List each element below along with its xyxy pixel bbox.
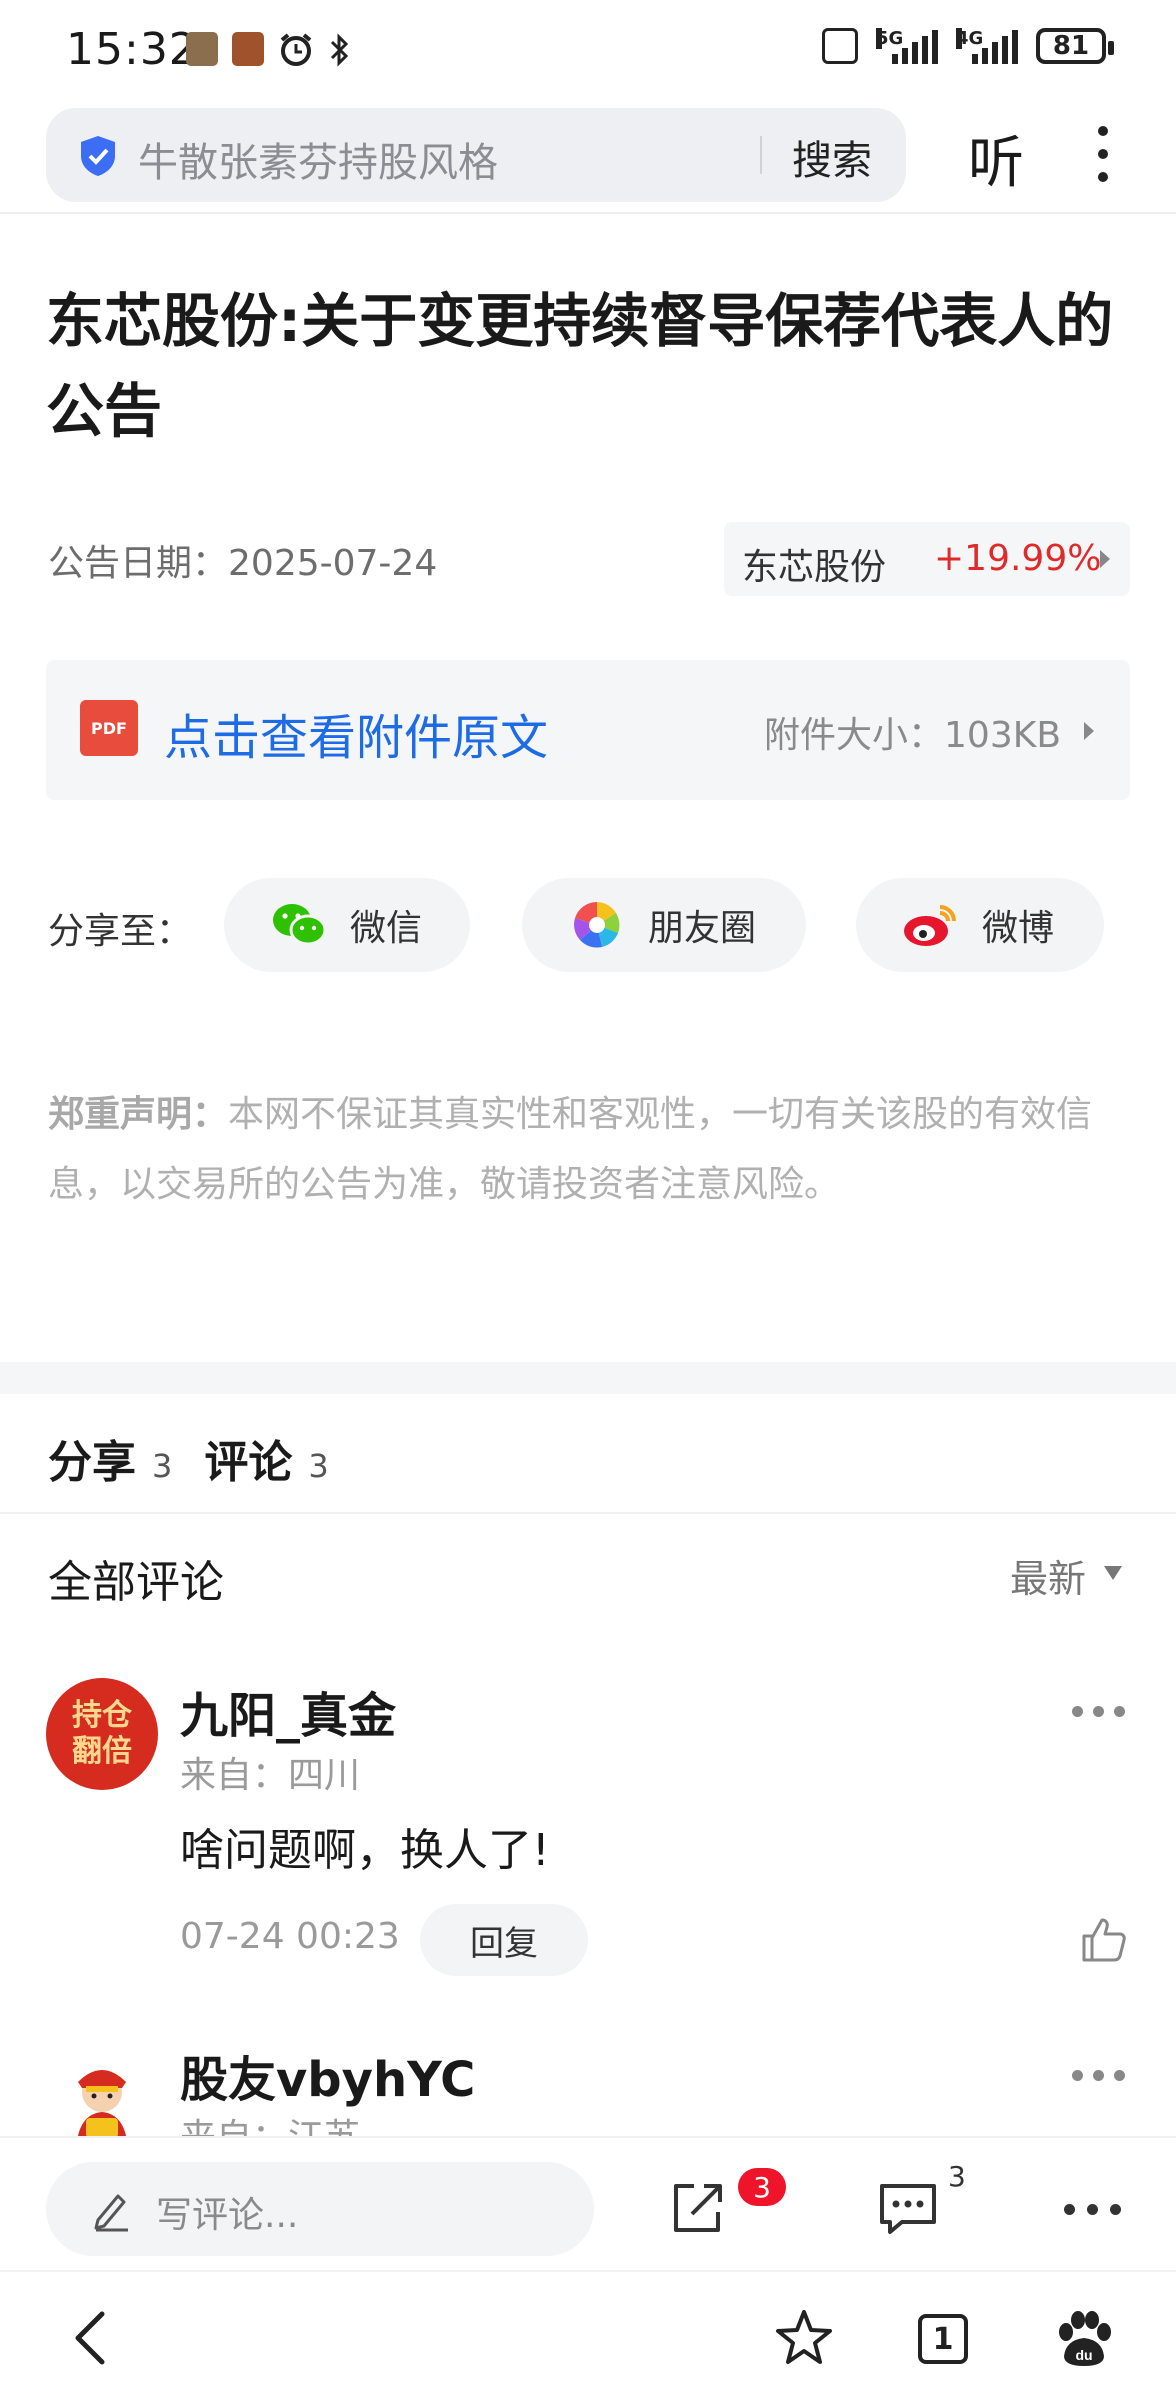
book-notification-icon	[232, 32, 264, 66]
tab-share[interactable]: 分享	[48, 1426, 136, 1490]
app-notification-icon	[186, 32, 218, 66]
search-button[interactable]: 搜索	[792, 128, 872, 186]
tab-share-count: 3	[152, 1447, 173, 1485]
weibo-icon	[902, 896, 960, 954]
svg-text:du: du	[1075, 2347, 1092, 2363]
avatar[interactable]: 持仓 翻倍	[46, 1678, 158, 1790]
article-title: 东芯股份:关于变更持续督导保荐代表人的公告	[46, 287, 1114, 445]
bluetooth-icon	[330, 33, 349, 67]
caret-down-icon[interactable]	[1104, 1566, 1122, 1580]
comment-more-icon[interactable]	[1072, 1706, 1125, 1717]
write-comment-input[interactable]: 写评论...	[46, 2162, 594, 2256]
search-input[interactable]: 牛散张素芬持股风格	[138, 130, 498, 188]
stock-change: +19.99%	[934, 538, 1102, 579]
browser-nav-bar: 1 du	[0, 2270, 1176, 2400]
comment-more-icon[interactable]	[1072, 2070, 1125, 2081]
sort-dropdown[interactable]: 最新	[1010, 1548, 1086, 1603]
comment-count: 3	[948, 2160, 966, 2193]
signal-5g-icon: 5G	[876, 28, 938, 64]
wechat-icon	[270, 896, 328, 954]
share-option-label: 朋友圈	[648, 908, 757, 949]
header-divider	[0, 212, 1176, 214]
comment-icon[interactable]	[876, 2178, 940, 2238]
comment-username[interactable]: 股友vbyhYC	[180, 2040, 475, 2110]
signal-4g-icon: 4G	[956, 28, 1018, 64]
comment-time: 07-24 00:23	[180, 1916, 400, 1957]
moments-icon	[568, 896, 626, 954]
listen-button[interactable]: 听	[968, 118, 1024, 199]
baidu-paw-icon[interactable]: du	[1052, 2306, 1116, 2370]
comment-text: 啥问题啊，换人了!	[180, 1825, 550, 1876]
vibrate-icon	[822, 28, 858, 64]
write-comment-placeholder: 写评论...	[156, 2195, 299, 2236]
shield-icon	[81, 136, 115, 176]
star-icon[interactable]	[772, 2306, 836, 2370]
share-option-label: 微博	[982, 908, 1055, 949]
attachment-size: 附件大小：103KB	[764, 715, 1062, 756]
announcement-date: 公告日期：2025-07-24	[48, 543, 438, 584]
reply-button[interactable]: 回复	[420, 1904, 588, 1976]
share-wechat-button[interactable]: 微信	[224, 878, 470, 972]
tab-comments-count: 3	[308, 1447, 329, 1485]
alarm-icon	[280, 33, 312, 66]
notification-icons	[186, 32, 352, 68]
back-icon[interactable]	[62, 2306, 126, 2370]
status-time: 15:32	[66, 24, 198, 75]
tab-row: 分享 3 评论 3	[48, 1426, 361, 1490]
search-divider	[760, 136, 762, 174]
more-menu-icon[interactable]	[1096, 126, 1110, 182]
share-label: 分享至：	[48, 911, 193, 952]
attachment-card[interactable]: PDF 点击查看附件原文 附件大小：103KB	[46, 660, 1130, 800]
tabs-count: 1	[918, 2314, 968, 2364]
tabs-divider	[0, 1512, 1176, 1514]
share-option-label: 微信	[350, 908, 423, 949]
share-icon[interactable]	[668, 2178, 728, 2238]
search-bar[interactable]: 牛散张素芬持股风格 搜索	[46, 108, 906, 202]
stock-chip[interactable]: 东芯股份 +19.99%	[724, 522, 1130, 596]
tab-comments[interactable]: 评论	[204, 1426, 292, 1490]
disclaimer: 郑重声明：本网不保证其真实性和客观性，一切有关该股的有效信息，以交易所的公告为准…	[48, 1094, 1093, 1205]
pdf-icon: PDF	[80, 700, 138, 756]
comment-location: 来自：四川	[180, 1755, 361, 1796]
share-count-badge: 3	[738, 2168, 786, 2206]
tabs-button[interactable]: 1	[912, 2306, 976, 2370]
share-moments-button[interactable]: 朋友圈	[522, 878, 806, 972]
status-bar: 15:32 5G 4G 81	[0, 0, 1176, 100]
comment-username[interactable]: 九阳_真金	[180, 1676, 396, 1746]
section-separator	[0, 1362, 1176, 1394]
all-comments-heading: 全部评论	[48, 1557, 224, 1608]
more-icon[interactable]	[1064, 2204, 1121, 2215]
comment-toolbar: 写评论... 3 3	[0, 2136, 1176, 2268]
stock-name: 东芯股份	[742, 547, 887, 588]
status-right: 5G 4G 81	[822, 28, 1114, 64]
share-weibo-button[interactable]: 微博	[856, 878, 1104, 972]
chevron-right-icon	[1084, 722, 1094, 740]
attachment-link[interactable]: 点击查看附件原文	[164, 698, 548, 768]
battery-indicator: 81	[1036, 28, 1114, 64]
chevron-right-icon	[1100, 550, 1110, 568]
thumbs-up-icon[interactable]	[1080, 1916, 1128, 1964]
pencil-icon	[94, 2194, 128, 2232]
